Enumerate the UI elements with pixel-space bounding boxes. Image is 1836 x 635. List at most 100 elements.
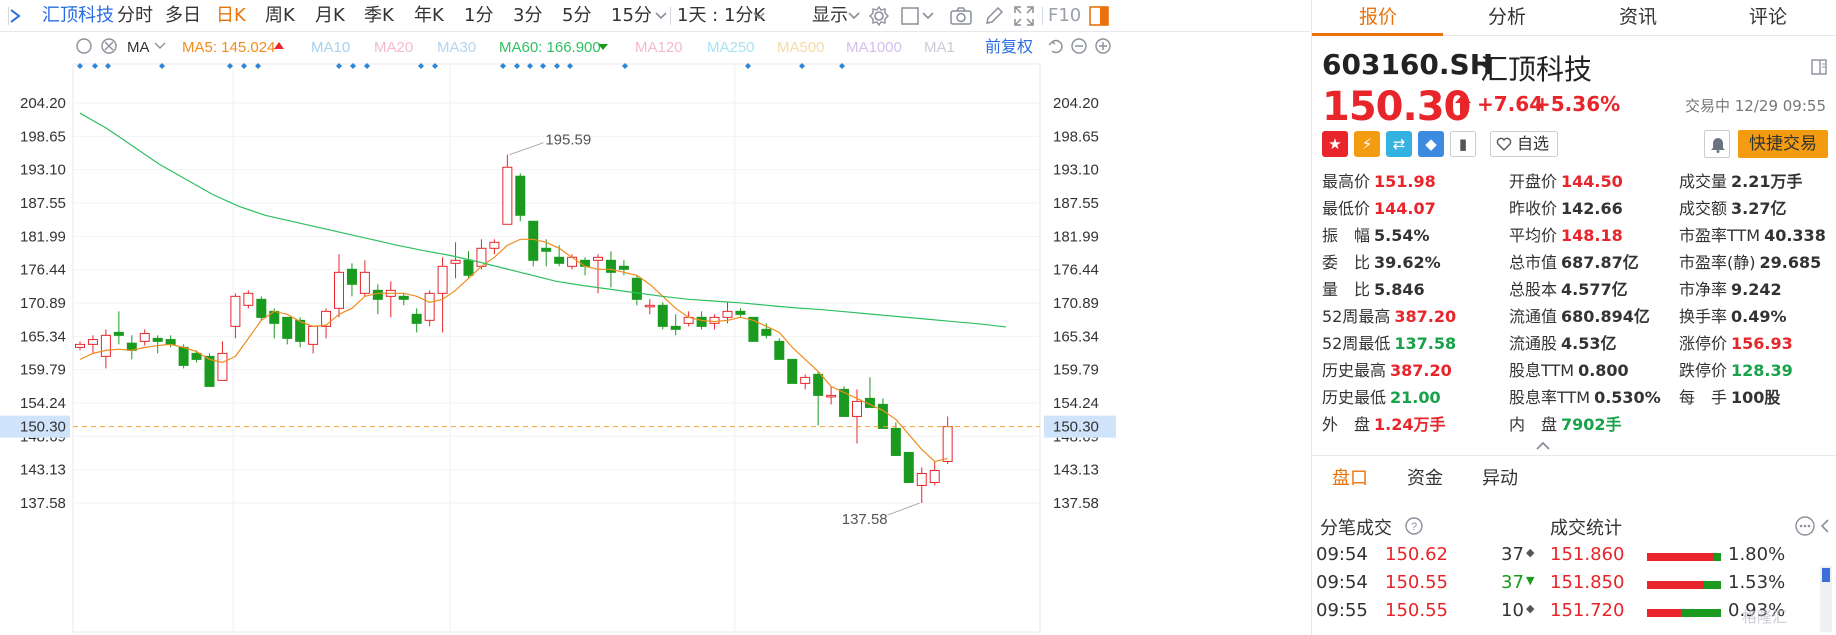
period-tab-15min[interactable]: 15分 <box>611 4 652 28</box>
candlestick-chart[interactable]: MA MA5: 145.024 MA10 MA20 MA30 MA60: 166.900 M… <box>0 33 1116 635</box>
period-tab-weekly[interactable]: 周K <box>265 4 295 28</box>
add-watchlist-button[interactable]: 自选 <box>1490 131 1558 157</box>
candle-body[interactable] <box>761 328 772 336</box>
period-tab-multiday[interactable]: 多日 <box>165 4 201 28</box>
f10-button[interactable]: F10 <box>1048 4 1081 28</box>
panel-toggle-icon[interactable] <box>1088 5 1110 27</box>
candle-body[interactable] <box>489 241 500 249</box>
period-tab-daily[interactable]: 日K <box>216 4 246 28</box>
scrollbar[interactable] <box>1820 566 1832 632</box>
candle-body[interactable] <box>735 310 746 315</box>
help-icon[interactable]: ? <box>1404 516 1424 536</box>
candle-body[interactable] <box>204 355 215 387</box>
candle-body[interactable] <box>502 166 513 225</box>
fullscreen-icon[interactable] <box>1013 5 1035 27</box>
tab-news[interactable]: 资讯 <box>1619 5 1657 29</box>
candle-body[interactable] <box>670 325 681 330</box>
candle-body[interactable] <box>372 289 383 300</box>
candle-body[interactable] <box>593 256 603 261</box>
period-tab-5min[interactable]: 5分 <box>562 4 591 28</box>
period-tab-yearly[interactable]: 年K <box>414 4 444 28</box>
candle-body[interactable] <box>243 292 254 306</box>
camera-icon[interactable] <box>949 5 973 27</box>
candle-body[interactable] <box>321 310 332 327</box>
period-tab-monthly[interactable]: 月K <box>315 4 345 28</box>
lightning-icon[interactable]: ⚡ <box>1354 131 1380 157</box>
tag-icon[interactable]: ◆ <box>1418 131 1444 157</box>
chevron-down-icon[interactable] <box>654 9 668 23</box>
candle-body[interactable] <box>826 394 837 398</box>
candle-body[interactable] <box>515 175 526 216</box>
period-tab-quarterly[interactable]: 季K <box>364 4 394 28</box>
alert-button[interactable] <box>1704 130 1730 158</box>
bookmark-icon[interactable]: ▮ <box>1450 131 1476 157</box>
china-flag-icon[interactable]: ★ <box>1322 131 1348 157</box>
candle-body[interactable] <box>152 337 163 342</box>
candle-body[interactable] <box>100 334 111 357</box>
candle-body[interactable] <box>424 292 435 321</box>
candle-body[interactable] <box>813 373 824 396</box>
candle-body[interactable] <box>877 403 888 429</box>
candle-body[interactable] <box>657 304 668 327</box>
candle-body[interactable] <box>890 427 901 456</box>
period-tab-intraday[interactable]: 分时 <box>117 4 153 28</box>
tab-quote[interactable]: 报价 <box>1359 5 1397 29</box>
tab-analysis[interactable]: 分析 <box>1488 5 1526 29</box>
candle-body[interactable] <box>398 295 409 300</box>
candle-body[interactable] <box>541 247 552 252</box>
candle-body[interactable] <box>774 340 785 360</box>
candle-body[interactable] <box>618 265 629 270</box>
candle-body[interactable] <box>295 319 306 342</box>
chevron-down-icon[interactable] <box>921 9 935 23</box>
more-icon[interactable] <box>1794 516 1816 536</box>
tab-capital[interactable]: 资金 <box>1407 464 1443 490</box>
candle-body[interactable] <box>178 346 189 366</box>
candle-body[interactable] <box>139 333 150 342</box>
layout-icon[interactable] <box>1810 58 1828 76</box>
candle-body[interactable] <box>450 259 461 264</box>
candle-body[interactable] <box>308 325 319 345</box>
checkbox-icon[interactable] <box>900 6 920 26</box>
candle-body[interactable] <box>230 295 241 327</box>
tab-orderbook[interactable]: 盘口 <box>1332 464 1368 490</box>
candle-body[interactable] <box>346 268 357 285</box>
candle-body[interactable] <box>696 316 707 327</box>
candle-body[interactable] <box>554 256 565 264</box>
pencil-icon[interactable] <box>983 5 1005 27</box>
candle-body[interactable] <box>929 469 940 483</box>
chevron-down-icon[interactable] <box>847 9 861 23</box>
candle-body[interactable] <box>359 271 370 294</box>
candle-body[interactable] <box>942 426 953 462</box>
shuffle-icon[interactable]: ⇄ <box>1386 131 1412 157</box>
settings-icon[interactable] <box>867 4 891 28</box>
candle-body[interactable] <box>191 352 202 360</box>
candle-body[interactable] <box>903 451 914 483</box>
candle-body[interactable] <box>787 358 798 384</box>
candle-body[interactable] <box>165 339 176 345</box>
candle-body[interactable] <box>709 316 720 324</box>
scroll-up-arrow[interactable] <box>1822 568 1830 582</box>
stock-name-link[interactable]: 汇顶科技 <box>42 4 114 28</box>
display-menu[interactable]: 显示 <box>812 4 848 28</box>
candle-body[interactable] <box>437 265 448 294</box>
candle-body[interactable] <box>256 298 267 318</box>
menu-toggle-icon[interactable] <box>6 6 28 26</box>
period-tab-3min[interactable]: 3分 <box>513 4 542 28</box>
candle-body[interactable] <box>528 220 539 261</box>
candle-body[interactable] <box>916 472 927 486</box>
candle-body[interactable] <box>644 304 655 308</box>
chevron-left-icon[interactable] <box>1818 518 1832 534</box>
candle-body[interactable] <box>567 256 578 267</box>
candle-body[interactable] <box>411 313 422 324</box>
period-tab-1min[interactable]: 1分 <box>464 4 493 28</box>
candle-body[interactable] <box>87 339 98 345</box>
candle-body[interactable] <box>580 259 591 267</box>
tab-alerts[interactable]: 异动 <box>1482 464 1518 490</box>
chevron-up-icon[interactable] <box>1534 440 1552 452</box>
candle-body[interactable] <box>722 310 733 318</box>
quick-trade-button[interactable]: 快捷交易 <box>1738 130 1828 158</box>
candle-body[interactable] <box>852 400 862 417</box>
candle-body[interactable] <box>631 277 642 300</box>
candle-body[interactable] <box>113 331 124 336</box>
candle-body[interactable] <box>282 316 293 339</box>
